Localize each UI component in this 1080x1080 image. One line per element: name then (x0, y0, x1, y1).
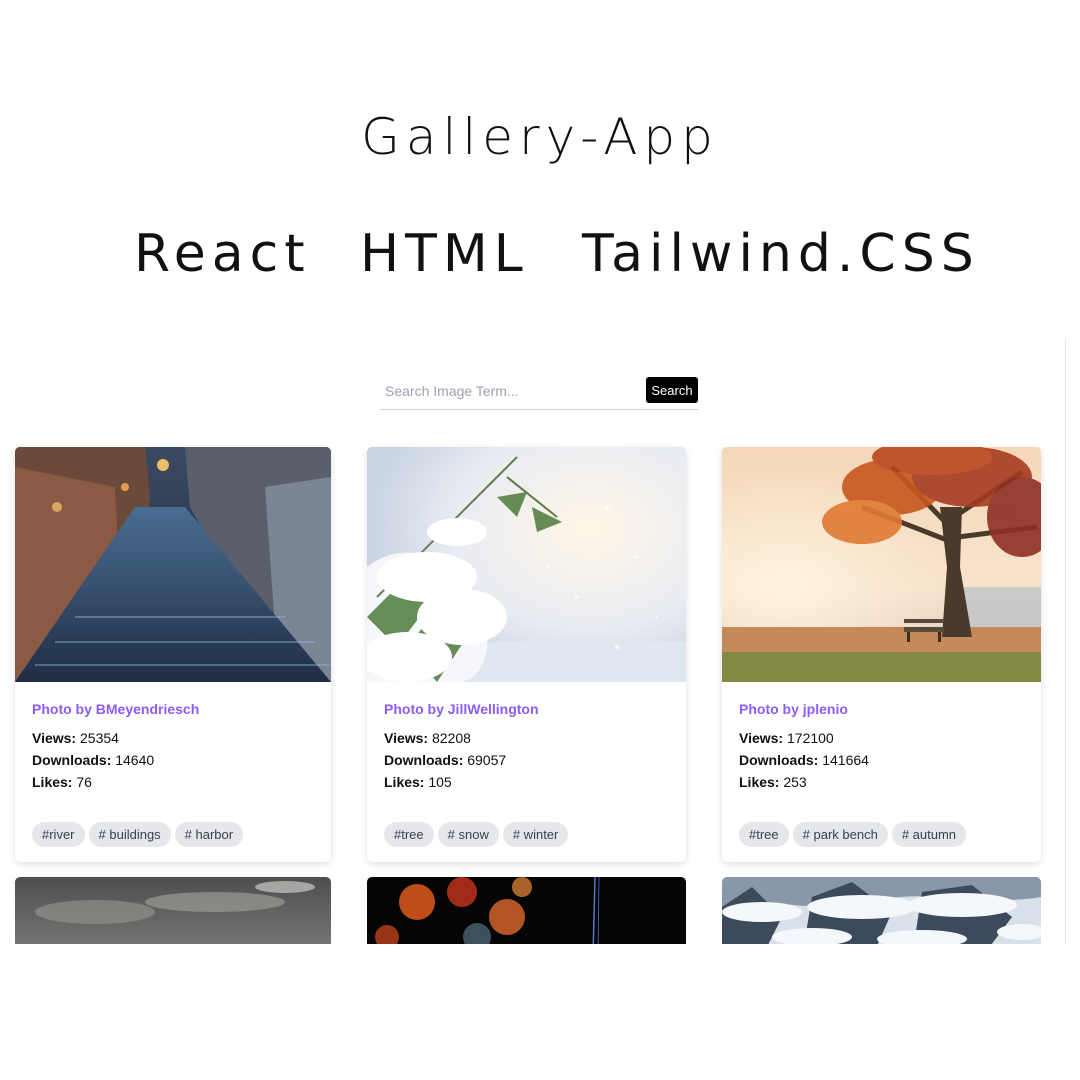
image-card-partial-cloudy-sky (15, 877, 331, 944)
technology-react: React (134, 224, 311, 284)
likes-label: Likes: (32, 774, 73, 790)
image-card-partial-bokeh (367, 877, 686, 944)
card-image-river-street (15, 447, 331, 682)
photo-author: Photo by JillWellington (384, 701, 539, 717)
technology-tailwind: Tailwind.CSS (582, 224, 980, 284)
likes-value: 253 (783, 774, 807, 790)
downloads-label: Downloads: (739, 752, 819, 768)
tag-chip[interactable]: # snow (437, 822, 499, 847)
tag-chip[interactable]: # autumn (891, 822, 967, 847)
image-card: Photo by BMeyendriesch Views: 25354 Down… (15, 447, 331, 862)
photo-author: Photo by BMeyendriesch (32, 701, 200, 717)
tag-chip[interactable]: # buildings (88, 822, 171, 847)
views-label: Views: (384, 730, 429, 746)
views-stat: Views: 172100 (739, 730, 834, 746)
downloads-stat: Downloads: 141664 (739, 752, 869, 768)
tag-chip[interactable]: # harbor (174, 822, 244, 847)
tag-chip[interactable]: #tree (384, 822, 434, 847)
views-label: Views: (32, 730, 77, 746)
likes-value: 76 (76, 774, 92, 790)
downloads-value: 141664 (822, 752, 869, 768)
views-value: 82208 (432, 730, 471, 746)
downloads-label: Downloads: (384, 752, 464, 768)
technology-html: HTML (360, 224, 529, 284)
app-viewport: Search Image Term... Search Photo by BMe… (0, 338, 1066, 944)
downloads-stat: Downloads: 69057 (384, 752, 506, 768)
likes-label: Likes: (384, 774, 425, 790)
card-image-autumn-tree (722, 447, 1041, 682)
downloads-label: Downloads: (32, 752, 112, 768)
likes-value: 105 (428, 774, 452, 790)
card-image-snowy-branch (367, 447, 686, 682)
search-form: Search (380, 374, 698, 410)
views-stat: Views: 82208 (384, 730, 471, 746)
image-card: Photo by jplenio Views: 172100 Downloads… (722, 447, 1041, 862)
views-value: 25354 (80, 730, 119, 746)
search-input[interactable] (380, 378, 640, 404)
tag-chip[interactable]: #river (32, 822, 85, 847)
views-value: 172100 (787, 730, 834, 746)
views-label: Views: (739, 730, 784, 746)
search-button[interactable]: Search (646, 377, 698, 403)
image-card: Photo by JillWellington Views: 82208 Dow… (367, 447, 686, 862)
tag-chip[interactable]: #tree (739, 822, 789, 847)
tag-chip[interactable]: # winter (502, 822, 569, 847)
tag-chip[interactable]: # park bench (792, 822, 888, 847)
tag-list: #tree # snow # winter (384, 822, 572, 847)
downloads-value: 69057 (467, 752, 507, 768)
tag-list: #tree # park bench # autumn (739, 822, 970, 847)
likes-label: Likes: (739, 774, 780, 790)
page-title: Gallery-App (361, 108, 719, 166)
likes-stat: Likes: 253 (739, 774, 807, 790)
image-card-partial-snowy-trees (722, 877, 1041, 944)
downloads-stat: Downloads: 14640 (32, 752, 154, 768)
downloads-value: 14640 (115, 752, 155, 768)
likes-stat: Likes: 76 (32, 774, 92, 790)
views-stat: Views: 25354 (32, 730, 119, 746)
photo-author: Photo by jplenio (739, 701, 848, 717)
likes-stat: Likes: 105 (384, 774, 452, 790)
tag-list: #river # buildings # harbor (32, 822, 247, 847)
